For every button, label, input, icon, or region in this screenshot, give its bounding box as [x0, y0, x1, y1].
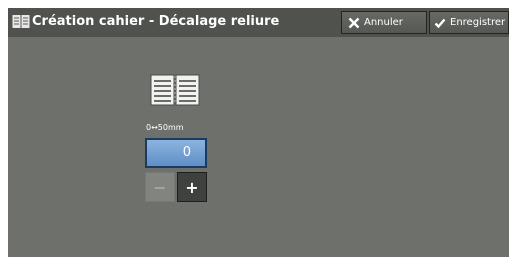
title-bar: Création cahier - Décalage reliure Annul… [8, 8, 509, 37]
cancel-button[interactable]: Annuler [341, 11, 427, 34]
checkmark-icon [434, 18, 446, 28]
book-icon [12, 15, 30, 28]
save-button-label: Enregistrer [450, 17, 506, 28]
page-title: Création cahier - Décalage reliure [32, 14, 280, 29]
open-book-icon [150, 74, 200, 106]
save-button[interactable]: Enregistrer [429, 11, 509, 34]
range-label: 0↔50mm [146, 123, 184, 132]
panel-screen: Création cahier - Décalage reliure Annul… [8, 8, 509, 257]
decrease-button[interactable]: − [145, 172, 175, 202]
close-x-icon [348, 17, 360, 28]
shift-value-field[interactable]: 0 [145, 138, 207, 168]
increase-button[interactable]: + [177, 172, 207, 202]
cancel-button-label: Annuler [364, 17, 403, 28]
